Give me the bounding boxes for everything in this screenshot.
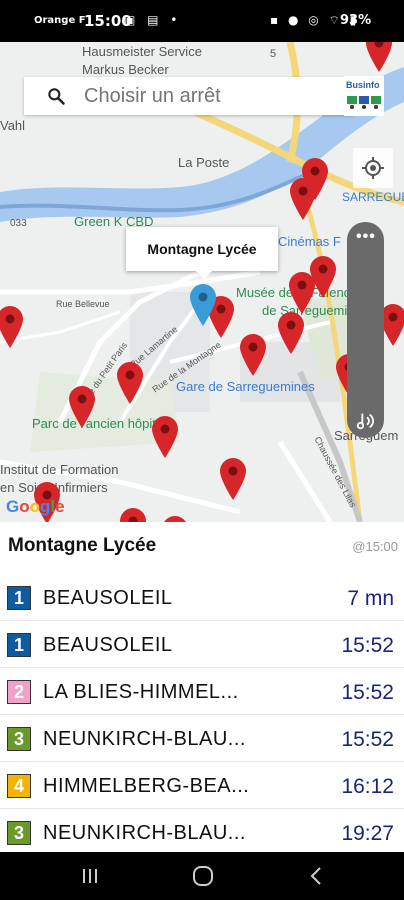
stop-pin-icon[interactable] (117, 362, 143, 404)
departure-time: 15:52 (341, 728, 394, 751)
destination: NEUNKIRCH-BLAU... (43, 728, 246, 750)
stop-pin-icon[interactable] (290, 178, 316, 220)
departure-time: 19:27 (341, 822, 394, 845)
destination: HIMMELBERG-BEA... (43, 775, 250, 797)
map-label: 033 (10, 218, 27, 229)
map-label: Vahl (0, 118, 26, 133)
map-label: SARREGUE (342, 190, 404, 204)
last-update-time: @15:00 (352, 539, 398, 554)
departure-time: 15:52 (341, 681, 394, 704)
search-icon (48, 88, 65, 105)
battery-level: 93% (340, 13, 372, 28)
departure-row[interactable]: 3 NEUNKIRCH-BLAU... 15:52 (0, 714, 404, 761)
carrier-label: Orange F (34, 15, 86, 26)
stop-pin-icon[interactable] (220, 458, 246, 500)
stop-pin-icon[interactable] (278, 312, 304, 354)
destination: BEAUSOLEIL (43, 587, 173, 609)
google-logo: Google (6, 497, 65, 517)
notification-icons: ▣ ▤ • (124, 13, 182, 27)
stop-pin-icon[interactable] (289, 272, 315, 314)
stop-pin-icon[interactable] (366, 42, 392, 72)
crosshair-icon (362, 157, 384, 179)
selected-stop-pin-icon[interactable] (190, 284, 216, 326)
map-label: Rue Bellevue (56, 299, 110, 309)
line-badge: 2 (7, 680, 31, 704)
map-label: Institut de Formation (0, 462, 119, 477)
google-letter: o (19, 497, 30, 516)
locate-me-button[interactable] (353, 148, 393, 188)
navigation-bar (0, 852, 404, 900)
destination: NEUNKIRCH-BLAU... (43, 822, 246, 844)
recent-apps-icon[interactable] (80, 866, 100, 886)
departure-row[interactable]: 4 HIMMELBERG-BEA... 16:12 (0, 761, 404, 808)
app-logo: Businfo (344, 76, 384, 116)
stop-pin-icon[interactable] (162, 516, 188, 522)
stop-pin-icon[interactable] (240, 334, 266, 376)
departure-time: 16:12 (341, 775, 394, 798)
departure-time: 15:52 (341, 634, 394, 657)
map-label: Gare de Sarreguemines (176, 379, 315, 394)
line-badge: 4 (7, 774, 31, 798)
map-label: La Poste (178, 155, 230, 170)
status-bar: Orange F 15:00 ▣ ▤ • ▪ ● ◎ ⌔ ▮ 93% (0, 0, 404, 42)
map-label: Parc de l'ancien hôpital (32, 416, 167, 431)
departures-list: 1 BEAUSOLEIL 7 mn 1 BEAUSOLEIL 15:52 2 L… (0, 574, 404, 855)
more-options-icon[interactable]: ••• (356, 228, 376, 246)
map-label: Markus Becker (82, 62, 169, 77)
departure-row[interactable]: 2 LA BLIES-HIMMEL... 15:52 (0, 667, 404, 714)
floating-panel[interactable]: ••• (347, 222, 384, 438)
stop-title: Montagne Lycée (8, 535, 157, 556)
departure-row[interactable]: 1 BEAUSOLEIL 7 mn (0, 574, 404, 620)
destination: LA BLIES-HIMMEL... (43, 681, 239, 703)
google-letter: g (40, 497, 51, 516)
line-badge: 3 (7, 727, 31, 751)
google-letter: G (6, 497, 20, 516)
departure-time: 7 mn (347, 587, 394, 610)
search-input[interactable] (82, 83, 336, 109)
google-letter: e (55, 497, 65, 516)
map-label: 5 (270, 48, 277, 60)
bus-logo-icon (347, 96, 381, 109)
map-label: Hausmeister Service (82, 44, 202, 59)
stop-pin-icon[interactable] (120, 508, 146, 522)
logo-text: Businfo (346, 80, 380, 90)
search-bar[interactable] (24, 77, 354, 115)
line-badge: 1 (7, 586, 31, 610)
stop-pin-icon[interactable] (152, 416, 178, 458)
stop-callout[interactable]: Montagne Lycée (126, 227, 278, 279)
destination: BEAUSOLEIL (43, 634, 173, 656)
callout-label: Montagne Lycée (147, 241, 257, 257)
stop-pin-icon[interactable] (69, 386, 95, 428)
departure-row[interactable]: 3 NEUNKIRCH-BLAU... 19:27 (0, 808, 404, 855)
line-badge: 3 (7, 821, 31, 845)
departure-row[interactable]: 1 BEAUSOLEIL 15:52 (0, 620, 404, 667)
google-letter: o (29, 497, 41, 516)
home-icon[interactable] (192, 866, 214, 886)
back-icon[interactable] (308, 866, 324, 886)
map-label: Cinémas F (278, 234, 341, 249)
stop-pin-icon[interactable] (0, 306, 23, 348)
line-badge: 1 (7, 633, 31, 657)
sound-icon[interactable] (355, 410, 377, 432)
